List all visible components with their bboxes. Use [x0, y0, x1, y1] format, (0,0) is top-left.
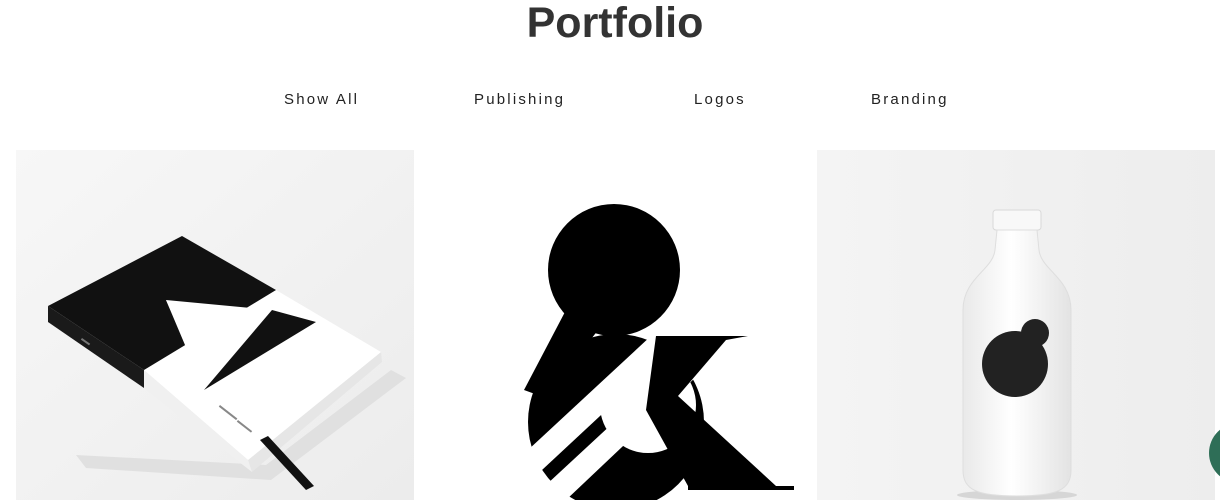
filter-show-all[interactable]: Show All — [284, 90, 359, 110]
portfolio-item-bottle[interactable] — [817, 150, 1215, 500]
filter-logos[interactable]: Logos — [694, 90, 746, 110]
page-title: Portfolio — [526, 0, 704, 47]
portfolio-filter-nav: Show All Publishing Logos Branding — [0, 90, 1220, 112]
filter-publishing[interactable]: Publishing — [474, 90, 565, 110]
bottle-icon — [817, 150, 1215, 500]
portfolio-item-ampersand[interactable] — [416, 150, 814, 500]
filter-branding[interactable]: Branding — [871, 90, 949, 110]
book-icon — [16, 150, 414, 500]
portfolio-page: Portfolio Show All Publishing Logos Bran… — [0, 0, 1220, 500]
portfolio-item-book[interactable] — [16, 150, 414, 500]
ampersand-icon — [416, 150, 814, 500]
